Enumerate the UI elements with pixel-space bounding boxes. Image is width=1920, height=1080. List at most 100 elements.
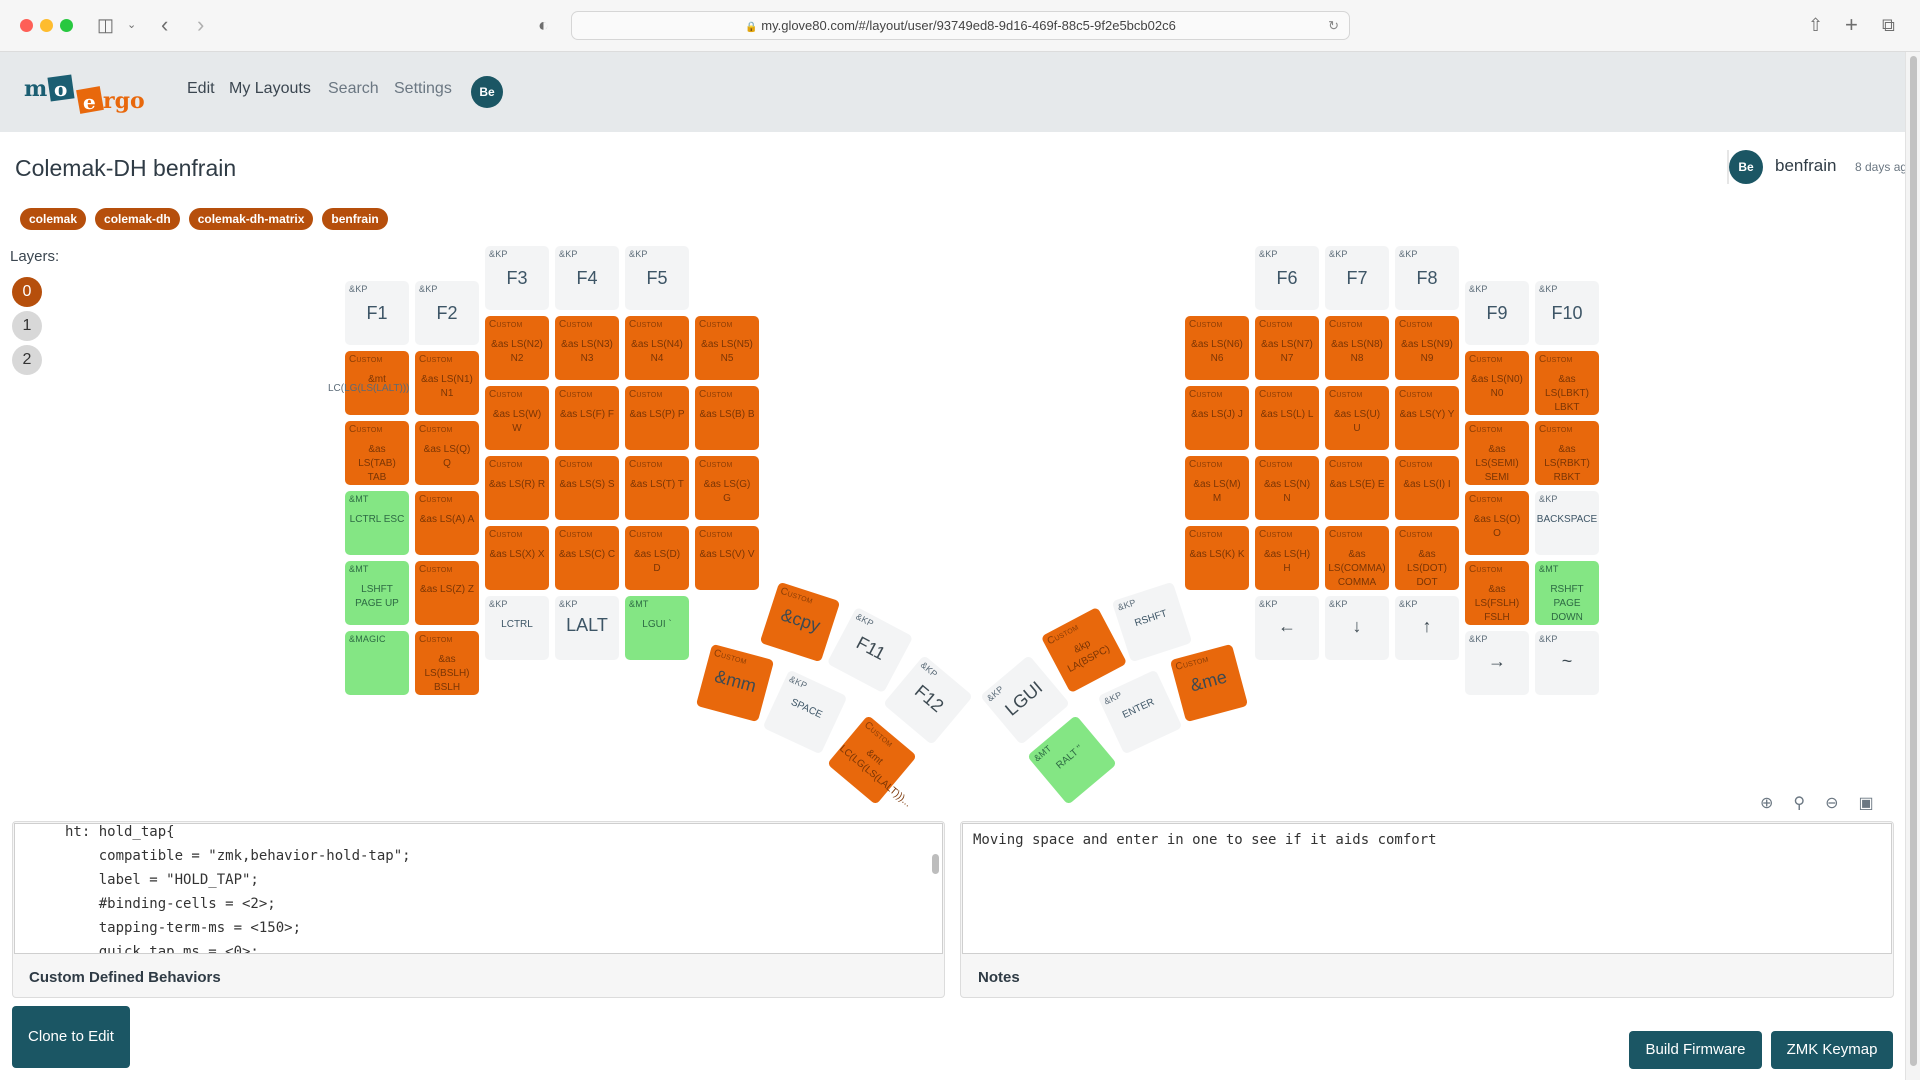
key-l-r3c3[interactable]: Custom &as LS(S) S <box>555 456 619 520</box>
reload-icon[interactable]: ↻ <box>1328 12 1339 39</box>
key-l-r1c3[interactable]: Custom &as LS(N3) N3 <box>555 316 619 380</box>
key-r-r2c0[interactable]: Custom &as LS(J) J <box>1185 386 1249 450</box>
tag[interactable]: colemak-dh <box>95 208 180 230</box>
nav-my-layouts[interactable]: My Layouts <box>229 80 311 98</box>
key-r-r3c3[interactable]: Custom &as LS(I) I <box>1395 456 1459 520</box>
share-icon[interactable]: ⇧ <box>1808 14 1823 36</box>
nav-settings[interactable]: Settings <box>394 80 452 98</box>
key-r-r3c4[interactable]: Custom &as LS(O) O <box>1465 491 1529 555</box>
key-l-r4c5[interactable]: Custom &as LS(V) V <box>695 526 759 590</box>
key-r-r4c0[interactable]: Custom &as LS(K) K <box>1185 526 1249 590</box>
key-l-r5c0[interactable]: &MAGIC <box>345 631 409 695</box>
layer-2-button[interactable]: 2 <box>12 345 42 375</box>
key-f5[interactable]: &KP F5 <box>625 246 689 310</box>
custom-behaviors-editor[interactable]: ht: hold_tap{ compatible = "zmk,behavior… <box>14 823 943 954</box>
author-avatar[interactable]: Be <box>1729 150 1763 184</box>
user-avatar[interactable]: Be <box>471 76 503 108</box>
key-l-r3c0[interactable]: &MT LCTRL ESC <box>345 491 409 555</box>
key-lt-mt[interactable]: Custom &mt LC(LG(LS(LALT)))... <box>826 714 918 809</box>
key-r-r1c2[interactable]: Custom &as LS(N8) N8 <box>1325 316 1389 380</box>
tabs-icon[interactable]: ⧉ <box>1882 14 1895 36</box>
key-l-r3c2[interactable]: Custom &as LS(R) R <box>485 456 549 520</box>
close-window-button[interactable] <box>20 19 33 32</box>
key-r-r4c2[interactable]: Custom &as LS(COMMA) COMMA <box>1325 526 1389 590</box>
key-lt-f11[interactable]: &KP F11 <box>826 606 914 694</box>
build-firmware-button[interactable]: Build Firmware <box>1629 1031 1762 1069</box>
key-r-r5c5[interactable]: &KP ~ <box>1535 631 1599 695</box>
page-scrollbar[interactable] <box>1905 52 1920 1080</box>
key-l-r5c1[interactable]: Custom &as LS(BSLH) BSLH <box>415 631 479 695</box>
key-l-r2c3[interactable]: Custom &as LS(F) F <box>555 386 619 450</box>
notes-textarea[interactable]: Moving space and enter in one to see if … <box>962 823 1892 954</box>
key-l-r3c4[interactable]: Custom &as LS(T) T <box>625 456 689 520</box>
key-r-r4c1[interactable]: Custom &as LS(H) H <box>1255 526 1319 590</box>
key-f3[interactable]: &KP F3 <box>485 246 549 310</box>
key-r-r4c3[interactable]: Custom &as LS(DOT) DOT <box>1395 526 1459 590</box>
zoom-in-icon[interactable]: ⊕ <box>1760 793 1773 813</box>
new-tab-icon[interactable]: + <box>1845 14 1858 36</box>
key-r-r5c3[interactable]: &KP ↑ <box>1395 596 1459 660</box>
clone-to-edit-button[interactable]: Clone to Edit <box>12 1006 130 1068</box>
tag[interactable]: colemak <box>20 208 87 230</box>
key-rt-bspc[interactable]: Custom &kp LA(BSPC) <box>1040 606 1128 694</box>
editor-scrollbar[interactable] <box>932 854 939 874</box>
key-lt-space[interactable]: &KP SPACE <box>762 669 848 755</box>
chevron-down-icon[interactable]: ⌄ <box>127 14 136 36</box>
key-f4[interactable]: &KP F4 <box>555 246 619 310</box>
sidebar-icon[interactable]: ◫ <box>97 14 114 36</box>
key-r-r5c4[interactable]: &KP → <box>1465 631 1529 695</box>
zmk-keymap-button[interactable]: ZMK Keymap <box>1771 1031 1893 1069</box>
key-l-r3c1[interactable]: Custom &as LS(A) A <box>415 491 479 555</box>
key-l-r2c5[interactable]: Custom &as LS(B) B <box>695 386 759 450</box>
layer-0-button[interactable]: 0 <box>12 277 42 307</box>
key-r-r1c4[interactable]: Custom &as LS(N0) N0 <box>1465 351 1529 415</box>
key-f1[interactable]: &KP F1 <box>345 281 409 345</box>
key-lt-mm[interactable]: Custom &mm <box>695 643 775 723</box>
nav-search[interactable]: Search <box>328 80 379 98</box>
key-l-r3c5[interactable]: Custom &as LS(G) G <box>695 456 759 520</box>
back-icon[interactable]: ‹ <box>161 14 168 36</box>
key-l-r1c2[interactable]: Custom &as LS(N2) N2 <box>485 316 549 380</box>
key-l-r1c5[interactable]: Custom &as LS(N5) N5 <box>695 316 759 380</box>
key-rt-rshft[interactable]: &KP RSHFT <box>1111 581 1193 663</box>
key-r-r5c1[interactable]: &KP ← <box>1255 596 1319 660</box>
scrollbar-thumb[interactable] <box>1910 56 1917 1066</box>
key-f8[interactable]: &KP F8 <box>1395 246 1459 310</box>
key-f10[interactable]: &KP F10 <box>1535 281 1599 345</box>
key-l-r2c1[interactable]: Custom &as LS(Q) Q <box>415 421 479 485</box>
layer-1-button[interactable]: 1 <box>12 311 42 341</box>
key-r-r5c2[interactable]: &KP ↓ <box>1325 596 1389 660</box>
shield-icon[interactable]: ◐ <box>538 14 549 36</box>
nav-edit[interactable]: Edit <box>187 80 215 98</box>
key-rt-enter[interactable]: &KP ENTER <box>1097 669 1183 755</box>
key-r-r2c5[interactable]: Custom &as LS(RBKT) RBKT <box>1535 421 1599 485</box>
key-l-r4c3[interactable]: Custom &as LS(C) C <box>555 526 619 590</box>
key-r-r2c1[interactable]: Custom &as LS(L) L <box>1255 386 1319 450</box>
address-bar[interactable]: 🔒 my.glove80.com/#/layout/user/93749ed8-… <box>571 11 1350 40</box>
key-l-r2c2[interactable]: Custom &as LS(W) W <box>485 386 549 450</box>
fit-screen-icon[interactable]: ▣ <box>1859 793 1874 813</box>
key-rt-me[interactable]: Custom &me <box>1169 643 1249 723</box>
key-f2[interactable]: &KP F2 <box>415 281 479 345</box>
key-l-r4c1[interactable]: Custom &as LS(Z) Z <box>415 561 479 625</box>
key-f9[interactable]: &KP F9 <box>1465 281 1529 345</box>
key-lt-cpy[interactable]: Custom &cpy <box>759 581 841 663</box>
key-r-r2c2[interactable]: Custom &as LS(U) U <box>1325 386 1389 450</box>
key-r-r2c3[interactable]: Custom &as LS(Y) Y <box>1395 386 1459 450</box>
key-l-r1c4[interactable]: Custom &as LS(N4) N4 <box>625 316 689 380</box>
key-r-r3c5[interactable]: &KP BACKSPACE <box>1535 491 1599 555</box>
tag[interactable]: colemak-dh-matrix <box>188 208 314 230</box>
key-l-r5c3[interactable]: &KP LALT <box>555 596 619 660</box>
key-f7[interactable]: &KP F7 <box>1325 246 1389 310</box>
maximize-window-button[interactable] <box>60 19 73 32</box>
key-r-r3c1[interactable]: Custom &as LS(N) N <box>1255 456 1319 520</box>
key-l-r1c1[interactable]: Custom &as LS(N1) N1 <box>415 351 479 415</box>
key-l-r2c0[interactable]: Custom &as LS(TAB) TAB <box>345 421 409 485</box>
key-r-r4c5[interactable]: &MT RSHFT PAGE DOWN <box>1535 561 1599 625</box>
zoom-reset-icon[interactable]: ⚲ <box>1793 793 1805 813</box>
minimize-window-button[interactable] <box>40 19 53 32</box>
key-l-r4c2[interactable]: Custom &as LS(X) X <box>485 526 549 590</box>
zoom-out-icon[interactable]: ⊖ <box>1825 793 1838 813</box>
key-r-r1c1[interactable]: Custom &as LS(N7) N7 <box>1255 316 1319 380</box>
key-l-r5c2[interactable]: &KP LCTRL <box>485 596 549 660</box>
